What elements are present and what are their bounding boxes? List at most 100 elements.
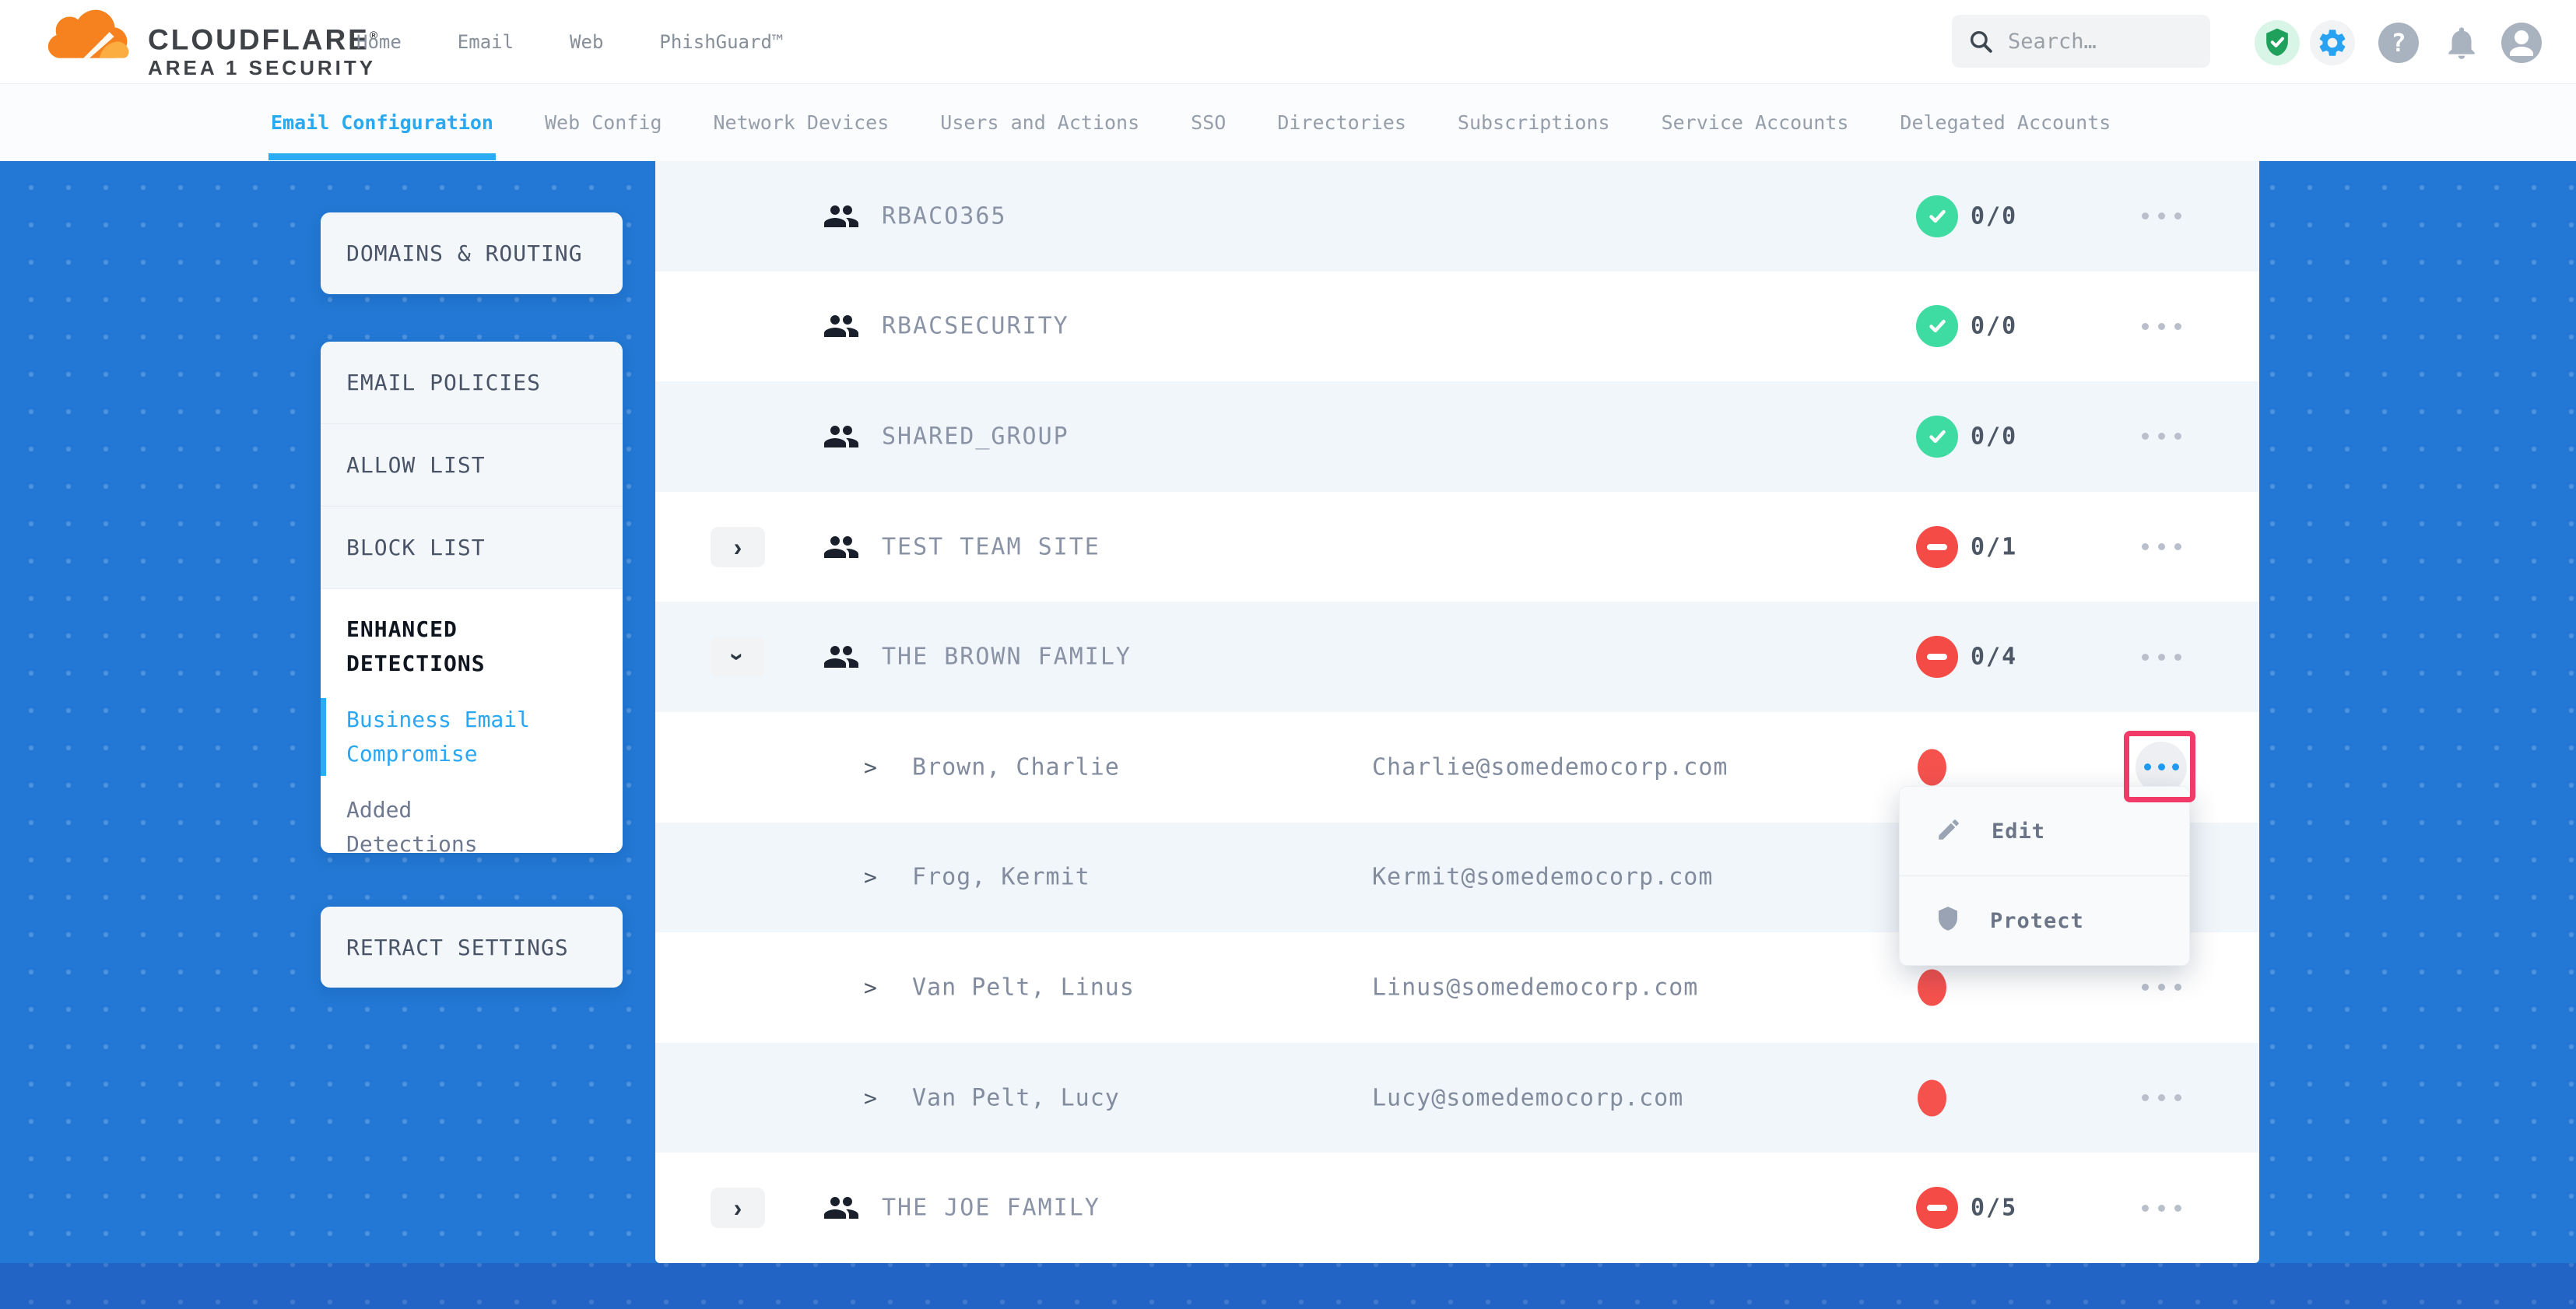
tab-delegated-accounts[interactable]: Delegated Accounts bbox=[1900, 111, 2111, 134]
shield-check-icon[interactable] bbox=[2255, 20, 2300, 65]
group-row: ›TEST TEAM SITE0/1 bbox=[655, 492, 2259, 602]
sidebar-item-label: DOMAINS & ROUTING bbox=[346, 240, 583, 266]
primary-nav-link-web[interactable]: Web bbox=[570, 31, 603, 53]
member-name: Brown, Charlie bbox=[912, 753, 1120, 781]
ellipsis-dot bbox=[2174, 433, 2181, 440]
sidebar-enhanced-detections-section[interactable]: ENHANCED DETECTIONS Business Email Compr… bbox=[321, 589, 623, 853]
sidebar-item-email-policies[interactable]: EMAIL POLICIES bbox=[321, 342, 623, 424]
cloudflare-cloud-icon bbox=[44, 6, 143, 75]
status-ok-icon bbox=[1916, 416, 1958, 458]
group-name: RBACO365 bbox=[882, 202, 1007, 230]
tab-directories[interactable]: Directories bbox=[1277, 111, 1406, 134]
group-people-icon bbox=[823, 641, 860, 672]
ellipsis-dot bbox=[2174, 1205, 2181, 1212]
status-ok-icon bbox=[1916, 305, 1958, 347]
ellipsis-dot bbox=[2174, 654, 2181, 661]
collapse-group-button[interactable]: › bbox=[711, 637, 765, 677]
ellipsis-dot bbox=[2142, 984, 2149, 991]
row-actions-ellipsis-button[interactable] bbox=[2136, 521, 2187, 573]
ellipsis-dot bbox=[2174, 212, 2181, 219]
search-input[interactable] bbox=[2006, 29, 2202, 54]
ellipsis-dot bbox=[2158, 433, 2165, 440]
help-icon[interactable]: ? bbox=[2376, 20, 2421, 65]
member-name: Van Pelt, Linus bbox=[912, 974, 1135, 1001]
sidebar-item-label: BLOCK LIST bbox=[346, 535, 486, 560]
group-people-icon bbox=[823, 532, 860, 563]
group-people-icon bbox=[823, 1192, 860, 1223]
menu-item-label: Protect bbox=[1990, 909, 2084, 933]
shield-icon bbox=[1936, 905, 1960, 936]
row-actions-ellipsis-button[interactable] bbox=[2136, 411, 2187, 462]
ellipsis-dot bbox=[2142, 1094, 2149, 1101]
tab-web-config[interactable]: Web Config bbox=[545, 111, 662, 134]
tab-network-devices[interactable]: Network Devices bbox=[714, 111, 890, 134]
sidebar-item-domains-routing[interactable]: DOMAINS & ROUTING bbox=[321, 212, 623, 294]
ellipsis-dot bbox=[2174, 323, 2181, 330]
ellipsis-dot bbox=[2174, 543, 2181, 550]
menu-item-edit[interactable]: Edit bbox=[1900, 787, 2189, 876]
group-row: ›THE JOE FAMILY0/5 bbox=[655, 1153, 2259, 1263]
primary-nav-link-email[interactable]: Email bbox=[458, 31, 514, 53]
primary-nav-link-phishguard-[interactable]: PhishGuard™ bbox=[659, 31, 783, 53]
ellipsis-dot bbox=[2142, 433, 2149, 440]
tab-users-and-actions[interactable]: Users and Actions bbox=[940, 111, 1139, 134]
ellipsis-dot bbox=[2158, 212, 2165, 219]
search-box[interactable] bbox=[1952, 15, 2210, 68]
row-actions-ellipsis-button[interactable] bbox=[2136, 742, 2187, 793]
sidebar-item-label: RETRACT SETTINGS bbox=[346, 935, 569, 960]
group-row: SHARED_GROUP0/0 bbox=[655, 381, 2259, 492]
ellipsis-dot bbox=[2158, 984, 2165, 991]
row-actions-ellipsis-button[interactable] bbox=[2136, 962, 2187, 1013]
row-actions-ellipsis-button[interactable] bbox=[2136, 300, 2187, 352]
group-people-icon bbox=[823, 201, 860, 232]
member-marker-icon: > bbox=[864, 754, 877, 780]
expand-group-button[interactable]: › bbox=[711, 527, 765, 567]
row-actions-ellipsis-button[interactable] bbox=[2136, 631, 2187, 683]
sidebar-policy-items: EMAIL POLICIESALLOW LIST BLOCK LIST bbox=[321, 342, 623, 589]
row-actions-ellipsis-button[interactable] bbox=[2136, 1182, 2187, 1234]
group-people-icon bbox=[823, 421, 860, 452]
sidebar-email-policies-card: EMAIL POLICIESALLOW LIST BLOCK LIST ENHAN… bbox=[321, 342, 623, 853]
sidebar-item-enhanced-detections[interactable]: ENHANCED DETECTIONS bbox=[346, 612, 541, 681]
primary-nav: Home Email Web PhishGuard™ bbox=[356, 0, 783, 83]
ellipsis-dot bbox=[2142, 323, 2149, 330]
secondary-nav: Email Configuration Web Config Network Dev… bbox=[0, 83, 2576, 161]
tab-email-configuration[interactable]: Email Configuration bbox=[271, 111, 493, 134]
settings-gear-icon[interactable] bbox=[2310, 20, 2355, 65]
member-email: Lucy@somedemocorp.com bbox=[1372, 1084, 1683, 1111]
ellipsis-dot bbox=[2158, 763, 2165, 770]
expand-group-button[interactable]: › bbox=[711, 1188, 765, 1228]
row-actions-ellipsis-button[interactable] bbox=[2136, 191, 2187, 242]
sidebar-item-block-list[interactable]: BLOCK LIST bbox=[321, 507, 623, 589]
row-actions-ellipsis-button[interactable] bbox=[2136, 1072, 2187, 1124]
group-name: SHARED_GROUP bbox=[882, 423, 1069, 450]
tab-service-accounts[interactable]: Service Accounts bbox=[1662, 111, 1849, 134]
ellipsis-dot bbox=[2142, 212, 2149, 219]
ellipsis-dot bbox=[2158, 1205, 2165, 1212]
ellipsis-dot bbox=[2142, 1205, 2149, 1212]
tab-sso[interactable]: SSO bbox=[1191, 111, 1226, 134]
menu-item-label: Edit bbox=[1992, 819, 2045, 844]
member-email: Linus@somedemocorp.com bbox=[1372, 974, 1698, 1001]
ellipsis-dot bbox=[2144, 763, 2151, 770]
user-account-icon[interactable] bbox=[2499, 20, 2544, 65]
sidebar-item-added-detections[interactable]: Added Detections bbox=[346, 793, 549, 853]
status-alert-dot bbox=[1918, 969, 1946, 1005]
member-row: >Van Pelt, LucyLucy@somedemocorp.com bbox=[655, 1043, 2259, 1153]
ellipsis-dot bbox=[2142, 654, 2149, 661]
ellipsis-dot bbox=[2174, 1094, 2181, 1101]
group-people-icon bbox=[823, 311, 860, 342]
member-email: Charlie@somedemocorp.com bbox=[1372, 753, 1728, 781]
primary-nav-link-home[interactable]: Home bbox=[356, 31, 402, 53]
tab-subscriptions[interactable]: Subscriptions bbox=[1458, 111, 1610, 134]
group-row: RBACO3650/0 bbox=[655, 161, 2259, 272]
sidebar-item-business-email-compromise[interactable]: Business Email Compromise bbox=[346, 703, 549, 771]
member-email: Kermit@somedemocorp.com bbox=[1372, 864, 1713, 891]
notifications-bell-icon[interactable] bbox=[2439, 20, 2484, 65]
status-alert-dot bbox=[1918, 749, 1946, 785]
sidebar-item-allow-list[interactable]: ALLOW LIST bbox=[321, 424, 623, 507]
secondary-nav-items: Email Configuration Web Config Network Dev… bbox=[0, 84, 2576, 161]
sidebar-item-retract-settings[interactable]: RETRACT SETTINGS bbox=[321, 907, 623, 988]
group-name: RBACSECURITY bbox=[882, 313, 1069, 340]
menu-item-protect[interactable]: Protect bbox=[1900, 876, 2189, 965]
